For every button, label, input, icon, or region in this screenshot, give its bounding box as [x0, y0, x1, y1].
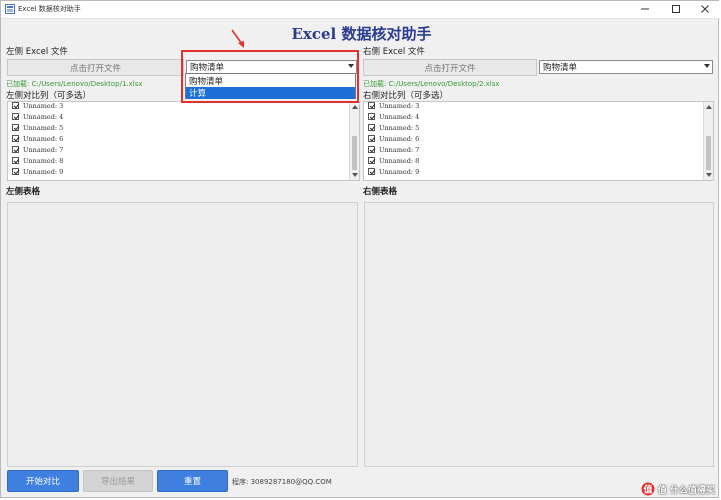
list-item[interactable]: Unnamed: 5: [12, 122, 63, 133]
checkbox-checked-icon[interactable]: [12, 124, 19, 131]
app-icon: [5, 4, 15, 14]
checkbox-checked-icon[interactable]: [368, 135, 375, 142]
checkbox-checked-icon[interactable]: [12, 102, 19, 109]
minimize-button[interactable]: [630, 1, 660, 17]
left-columns-scrollbar[interactable]: [349, 102, 359, 180]
export-results-button[interactable]: 导出结果: [83, 470, 153, 492]
checkbox-checked-icon[interactable]: [12, 135, 19, 142]
list-item[interactable]: Unnamed: 5: [368, 122, 419, 133]
scroll-thumb[interactable]: [352, 136, 357, 170]
list-item[interactable]: Unnamed: 6: [368, 133, 419, 144]
right-open-file-button[interactable]: 点击打开文件: [363, 59, 537, 76]
list-item[interactable]: Unnamed: 7: [368, 144, 419, 155]
scroll-down-icon[interactable]: [706, 173, 712, 177]
list-item[interactable]: Unnamed: 7: [12, 144, 63, 155]
right-columns-label: 右侧对比列（可多选）: [363, 91, 449, 101]
contact-text: 程序: 3089287180@QQ.COM: [232, 478, 332, 486]
checkbox-checked-icon[interactable]: [368, 124, 375, 131]
annotation-arrow-icon: [231, 29, 244, 48]
checkbox-checked-icon[interactable]: [368, 102, 375, 109]
list-item[interactable]: Unnamed: 3: [368, 102, 419, 111]
right-table-label: 右侧表格: [363, 187, 398, 197]
close-button[interactable]: [690, 1, 720, 17]
list-item[interactable]: Unnamed: 8: [12, 155, 63, 166]
watermark-logo-icon: 值: [641, 482, 655, 496]
maximize-button[interactable]: [661, 1, 691, 17]
left-loaded-path: 已加载: C:/Users/Lenovo/Desktop/1.xlsx: [6, 80, 143, 88]
app-window: Excel 数据核对助手 Excel 数据核对助手 左侧 Excel 文件 点击…: [0, 0, 720, 498]
list-item[interactable]: Unnamed: 9: [368, 166, 419, 177]
right-columns-list[interactable]: Unnamed: 3 Unnamed: 4 Unnamed: 5 Unnamed…: [363, 101, 714, 181]
list-item[interactable]: Unnamed: 9: [12, 166, 63, 177]
minimize-icon: [641, 8, 649, 10]
scroll-down-icon[interactable]: [352, 173, 358, 177]
scroll-up-icon[interactable]: [706, 105, 712, 109]
reset-button[interactable]: 重置: [157, 470, 228, 492]
chevron-down-icon: [704, 64, 710, 68]
checkbox-checked-icon[interactable]: [12, 157, 19, 164]
app-heading: Excel 数据核对助手: [291, 25, 432, 43]
title-bar: Excel 数据核对助手: [1, 1, 720, 19]
checkbox-checked-icon[interactable]: [368, 168, 375, 175]
right-table[interactable]: [364, 202, 714, 467]
maximize-icon: [672, 5, 680, 13]
checkbox-checked-icon[interactable]: [368, 113, 375, 120]
annotation-highlight-box: [181, 50, 359, 103]
list-item[interactable]: Unnamed: 8: [368, 155, 419, 166]
list-item[interactable]: Unnamed: 4: [368, 111, 419, 122]
watermark-text: 值 什么值得买: [657, 485, 715, 496]
checkbox-checked-icon[interactable]: [368, 146, 375, 153]
start-compare-button[interactable]: 开始对比: [7, 470, 79, 492]
scroll-thumb[interactable]: [706, 136, 711, 170]
scroll-up-icon[interactable]: [352, 105, 358, 109]
left-file-label: 左侧 Excel 文件: [6, 47, 68, 57]
checkbox-checked-icon[interactable]: [12, 168, 19, 175]
left-table-label: 左侧表格: [6, 187, 41, 197]
checkbox-checked-icon[interactable]: [368, 157, 375, 164]
checkbox-checked-icon[interactable]: [12, 146, 19, 153]
left-columns-list[interactable]: Unnamed: 3 Unnamed: 4 Unnamed: 5 Unnamed…: [7, 101, 360, 181]
left-table[interactable]: [7, 202, 358, 467]
left-columns-label: 左侧对比列（可多选）: [6, 91, 92, 101]
list-item[interactable]: Unnamed: 3: [12, 102, 63, 111]
list-item[interactable]: Unnamed: 6: [12, 133, 63, 144]
right-loaded-path: 已加载: C:/Users/Lenovo/Desktop/2.xlsx: [363, 80, 500, 88]
right-sheet-select[interactable]: 购物清单: [539, 60, 713, 74]
right-sheet-select-value: 购物清单: [543, 63, 578, 73]
watermark: 值 值 什么值得买: [641, 482, 715, 496]
checkbox-checked-icon[interactable]: [12, 113, 19, 120]
svg-text:值: 值: [643, 484, 652, 496]
window-title: Excel 数据核对助手: [18, 5, 81, 13]
left-open-file-button[interactable]: 点击打开文件: [7, 59, 184, 76]
close-icon: [701, 5, 709, 13]
list-item[interactable]: Unnamed: 4: [12, 111, 63, 122]
right-file-label: 右侧 Excel 文件: [363, 47, 425, 57]
right-columns-scrollbar[interactable]: [703, 102, 713, 180]
